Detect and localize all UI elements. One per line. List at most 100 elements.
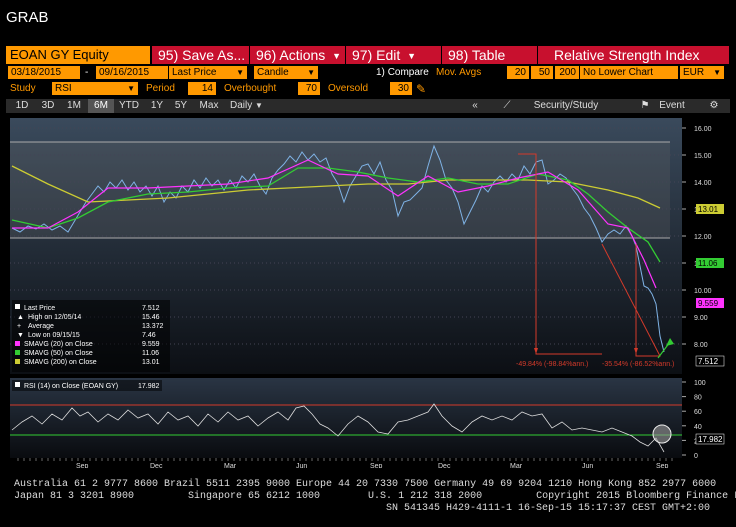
chart-svg: -49.84% (-98.84%ann.) -35.54% (-86.52%an… [10,118,725,478]
period-input[interactable]: 14 [188,82,216,95]
compare-button[interactable]: 1) Compare [376,66,429,80]
event-icon: ⚑ [640,100,650,111]
rsi-legend-label: RSI (14) on Close (EOAN GY) [24,383,118,390]
annotation-2: -35.54% (-86.52%ann.) [602,361,674,368]
legend-high-icon: ▲ [17,314,24,321]
rsi-axis: 100806040200 [682,380,706,460]
compare-label: Compare [387,67,429,78]
study-select[interactable]: RSI ▼ [52,82,138,95]
legend-average-label: Average [28,323,54,330]
period-tab-3d[interactable]: 3D [36,99,60,113]
chevron-down-icon: ▼ [307,68,315,77]
chart-type-select[interactable]: Candle ▼ [254,66,318,79]
x-axis-month: Sep [76,463,89,468]
x-axis-month: Dec [150,463,163,468]
table-label: Table [471,47,506,63]
legend-last-value: 7.512 [142,305,160,312]
legend-swatch-sma200 [15,359,20,364]
period-tab-1m[interactable]: 1M [62,99,86,113]
price-type-select[interactable]: Last Price ▼ [169,66,247,79]
period-tab-max[interactable]: Max [194,99,224,113]
chevron-down-icon: ▼ [713,68,721,77]
legend-low-label: Low on 09/15/15 [28,332,80,339]
security-study-button[interactable]: Security/Study [516,99,616,113]
save-as-label: Save As... [182,47,246,63]
lower-chart-select[interactable]: No Lower Chart [580,66,678,79]
table-num: 98) [448,47,469,63]
legend-low-icon: ▼ [17,332,24,339]
chart-tool-icon[interactable]: ⟋ [500,99,514,113]
period-tab-6m[interactable]: 6M [88,99,114,113]
date-range-bar: 03/18/2015 - 09/16/2015 Last Price ▼ Cand… [6,66,730,80]
sma50-tag: 11.06 [698,259,718,268]
rsi-axis-tick: 100 [694,380,706,387]
chart-type-value: Candle [257,67,289,78]
x-axis-month: Dec [438,463,451,468]
save-as-button[interactable]: 95) Save As... [152,46,250,64]
footer-line-2: Japan 81 3 3201 8900 Singapore 65 6212 1… [14,491,736,502]
rsi-axis-tick: 60 [694,409,702,416]
chevron-down-icon: ▼ [332,51,342,62]
event-button[interactable]: Event [652,99,692,113]
x-axis-month: Sep [370,463,383,468]
legend-sma20-label: SMAVG (20) on Close [24,341,93,348]
end-date-input[interactable]: 09/16/2015 [96,66,168,79]
collapse-icon[interactable]: « [468,99,482,113]
period-tab-1y[interactable]: 1Y [146,99,168,113]
period-tab-5y[interactable]: 5Y [170,99,192,113]
price-axis-tick: 10.00 [694,288,712,295]
chevron-down-icon: ▼ [255,101,263,110]
legend-sma50-label: SMAVG (50) on Close [24,350,93,357]
currency-select[interactable]: EUR ▼ [680,66,724,79]
rsi-axis-tick: 80 [694,395,702,402]
study-value: RSI [55,83,72,94]
edit-button[interactable]: 97) Edit ▼ [346,46,442,64]
legend-low-value: 7.46 [142,332,156,339]
actions-button[interactable]: 96) Actions ▼ [250,46,346,64]
pencil-icon[interactable]: ✎ [416,82,426,96]
study-params-bar: Study RSI ▼ Period 14 Overbought 70 Overs… [6,82,730,96]
rsi-highlight-circle [652,424,672,444]
period-label: Period [146,83,175,94]
annotation-1: -49.84% (-98.84%ann.) [516,361,588,368]
x-axis-month: Jun [296,463,307,468]
x-axis: SepDecMarJunSepDecMarJunSep201320142015 [17,458,673,478]
study-title-button[interactable]: Relative Strength Index [538,46,730,64]
start-date-input[interactable]: 03/18/2015 [8,66,80,79]
footer-line-1: Australia 61 2 9777 8600 Brazil 5511 239… [14,479,717,490]
edit-label: Edit [376,47,401,63]
app-title: GRAB [6,9,49,26]
study-label: Study [10,83,36,94]
ma1-input[interactable]: 20 [507,66,529,79]
ma3-input[interactable]: 200 [555,66,579,79]
rsi-axis-tick: 40 [694,424,702,431]
frequency-select[interactable]: Daily ▼ [230,99,290,113]
table-button[interactable]: 98) Table [442,46,538,64]
x-axis-month: Mar [510,463,523,468]
legend-swatch-sma20 [15,341,20,346]
x-axis-month: Jun [582,463,593,468]
price-axis-tick: 16.00 [694,126,712,133]
settings-icon[interactable]: ⚙ [706,99,722,113]
actions-num: 96) [256,47,277,63]
price-axis: 16.0015.0014.0013.0012.0011.0010.009.008… [682,126,712,349]
price-axis-tick: 12.00 [694,234,712,241]
period-tab-ytd[interactable]: YTD [116,99,142,113]
period-tab-1d[interactable]: 1D [10,99,34,113]
overbought-input[interactable]: 70 [298,82,320,95]
ma2-input[interactable]: 50 [531,66,553,79]
price-axis-tick: 15.00 [694,153,712,160]
oversold-label: Oversold [328,83,369,94]
chevron-down-icon: ▼ [407,51,417,62]
date-dash: - [85,67,89,78]
rsi-axis-tick: 0 [694,453,698,460]
oversold-input[interactable]: 30 [390,82,412,95]
price-legend: Last Price 7.512 ▲ High on 12/05/14 15.4… [12,300,170,372]
security-field[interactable]: EOAN GY Equity [6,46,150,64]
compare-num: 1) [376,67,385,78]
chevron-down-icon: ▼ [127,84,135,93]
sma20-tag: 9.559 [698,299,719,308]
rsi-tag: 17.982 [698,435,723,444]
sma200-tag: 13.01 [698,205,719,214]
x-axis-month: Sep [656,463,669,468]
